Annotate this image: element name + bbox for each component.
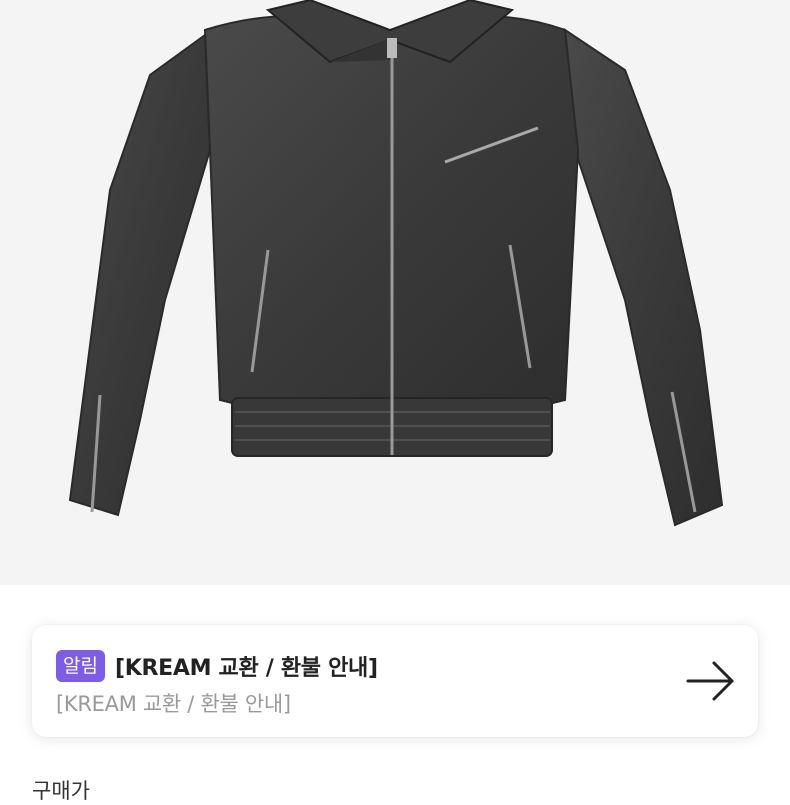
notice-title-row: 알림 [KREAM 교환 / 환불 안내] <box>56 650 378 682</box>
notice-card[interactable]: 알림 [KREAM 교환 / 환불 안내] [KREAM 교환 / 환불 안내] <box>32 625 758 737</box>
notice-badge: 알림 <box>56 650 105 682</box>
product-image <box>0 0 790 585</box>
arrow-right-icon[interactable] <box>686 659 736 703</box>
notice-title: [KREAM 교환 / 환불 안내] <box>114 656 378 681</box>
leather-jacket-illustration <box>68 0 724 527</box>
next-section-label: 구매가 <box>32 779 90 803</box>
notice-subtitle: [KREAM 교환 / 환불 안내] <box>56 692 291 716</box>
